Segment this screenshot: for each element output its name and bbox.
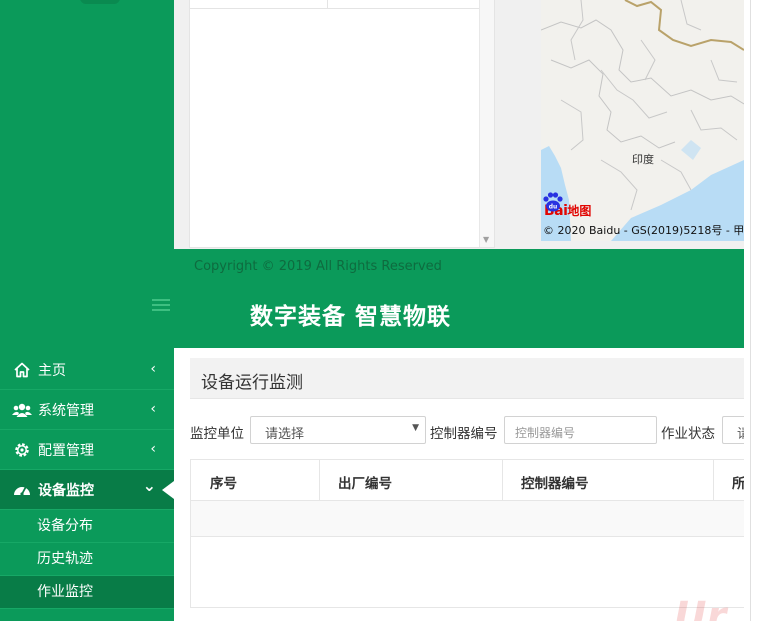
map-copyright: © 2020 Baidu - GS(2019)5218号 - 甲测 bbox=[543, 224, 744, 237]
sidebar-item-label: 系统管理 bbox=[38, 402, 94, 419]
table-header: 序号 出厂编号 控制器编号 所 bbox=[191, 460, 744, 501]
baidu-map[interactable]: 印度 Bai du 地图 © 2020 Baidu - GS(2019)5218… bbox=[541, 0, 744, 241]
unit-select[interactable]: 请选择 ▼ bbox=[250, 416, 426, 444]
slogan: 数字装备 智慧物联 bbox=[250, 304, 452, 330]
baidu-logo: Bai du 地图 bbox=[543, 191, 591, 219]
device-monitor-panel: 设备运行监测 监控单位 请选择 ▼ 控制器编号 控制器编号 作业状态 请 序号 … bbox=[174, 348, 744, 621]
sidebar-item-config[interactable]: 配置管理 ‹ bbox=[0, 430, 174, 470]
sidebar: 主页 ‹ 系统管理 ‹ 配置管理 ‹ 设备监控 ⌄ 设备分布 历史轨迹 作业监控 bbox=[0, 0, 174, 621]
unit-label: 监控单位 bbox=[190, 426, 244, 442]
scrollbar[interactable]: ▼ bbox=[479, 0, 494, 247]
copyright-text: Copyright © 2019 All Rights Reserved bbox=[194, 259, 442, 274]
map-region-label: 印度 bbox=[632, 153, 654, 166]
sidebar-toggle-icon[interactable] bbox=[152, 296, 170, 312]
sidebar-item-label: 主页 bbox=[38, 362, 66, 379]
filter-bar: 监控单位 请选择 ▼ 控制器编号 控制器编号 作业状态 请 bbox=[190, 416, 744, 446]
svg-text:du: du bbox=[549, 204, 558, 211]
sidebar-item-device-monitor[interactable]: 设备监控 ⌄ bbox=[0, 470, 174, 510]
sidebar-item-label: 设备监控 bbox=[38, 482, 94, 499]
submenu-item-device-distribution[interactable]: 设备分布 bbox=[0, 510, 174, 543]
scroll-down-icon[interactable]: ▼ bbox=[483, 235, 489, 244]
chevron-down-icon: ⌄ bbox=[142, 476, 156, 495]
caret-down-icon: ▼ bbox=[412, 423, 419, 433]
device-table: 序号 出厂编号 控制器编号 所 bbox=[190, 459, 744, 608]
chevron-left-icon: ‹ bbox=[150, 401, 156, 417]
table-row bbox=[191, 501, 744, 537]
chevron-left-icon: ‹ bbox=[150, 361, 156, 377]
column-header[interactable]: 控制器编号 bbox=[521, 472, 589, 492]
users-icon bbox=[12, 400, 32, 420]
watermark: Ur bbox=[674, 594, 727, 621]
submenu-item-history-track[interactable]: 历史轨迹 bbox=[0, 543, 174, 576]
dashboard-icon bbox=[12, 480, 32, 500]
page-scrollbar-gutter bbox=[744, 0, 776, 621]
home-icon bbox=[12, 360, 32, 380]
device-list-panel: ▼ bbox=[189, 0, 495, 248]
sidebar-item-home[interactable]: 主页 ‹ bbox=[0, 350, 174, 390]
column-header[interactable]: 序号 bbox=[210, 472, 237, 492]
controller-label: 控制器编号 bbox=[430, 426, 498, 442]
status-label: 作业状态 bbox=[661, 426, 715, 442]
panel-title: 设备运行监测 bbox=[201, 373, 303, 393]
panel-header: 设备运行监测 bbox=[190, 358, 744, 399]
sidebar-menu: 主页 ‹ 系统管理 ‹ 配置管理 ‹ 设备监控 ⌄ 设备分布 历史轨迹 作业监控 bbox=[0, 350, 174, 609]
table-row bbox=[190, 0, 492, 9]
column-header[interactable]: 所 bbox=[732, 472, 744, 492]
chevron-left-icon: ‹ bbox=[150, 441, 156, 457]
sidebar-item-system[interactable]: 系统管理 ‹ bbox=[0, 390, 174, 430]
controller-input[interactable]: 控制器编号 bbox=[504, 416, 657, 444]
gear-icon bbox=[12, 440, 32, 460]
submenu-item-work-monitor[interactable]: 作业监控 bbox=[0, 576, 174, 609]
status-select[interactable]: 请 bbox=[722, 416, 744, 444]
baidu-paw-icon: du bbox=[543, 192, 563, 212]
sidebar-item-label: 配置管理 bbox=[38, 442, 94, 459]
active-indicator bbox=[162, 481, 174, 499]
column-header[interactable]: 出厂编号 bbox=[338, 472, 392, 492]
footer-banner: Copyright © 2019 All Rights Reserved 数字装… bbox=[174, 249, 744, 348]
logo bbox=[80, 0, 120, 4]
